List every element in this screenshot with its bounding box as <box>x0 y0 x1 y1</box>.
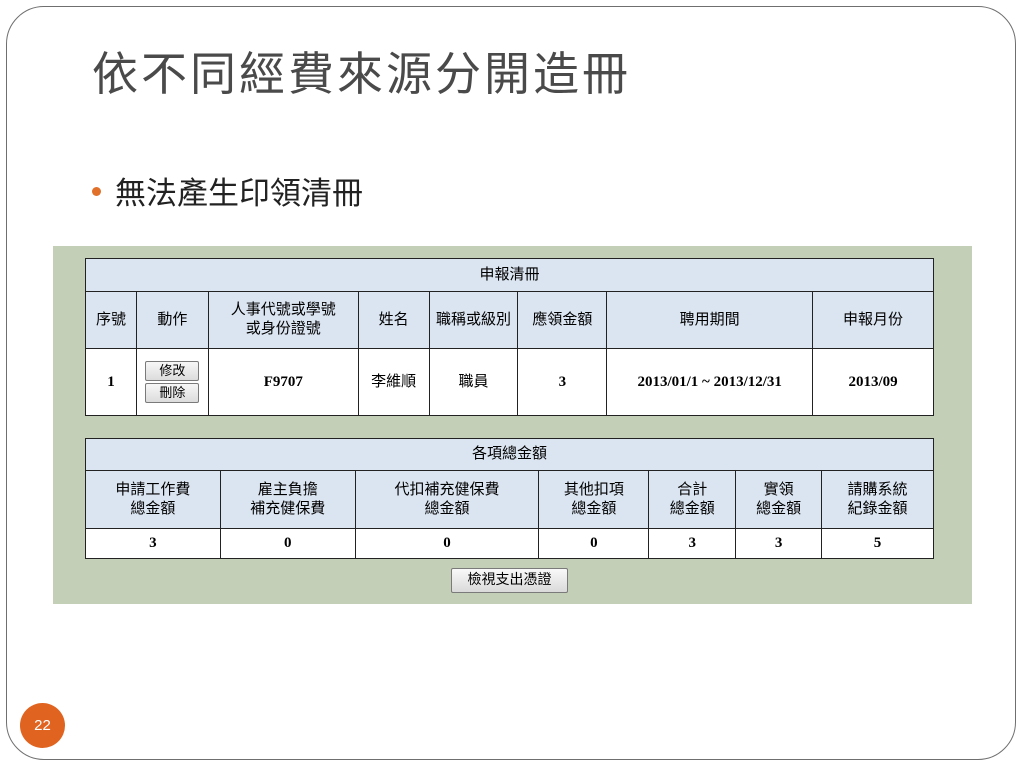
header-action: 動作 <box>135 291 209 349</box>
header-id: 人事代號或學號 或身份證號 <box>207 291 359 349</box>
totals-caption: 各項總金額 <box>85 438 934 471</box>
cell-id: F9707 <box>207 348 359 416</box>
value-net: 3 <box>735 528 823 559</box>
view-voucher-button[interactable]: 檢視支出憑證 <box>451 568 568 593</box>
slide-title: 依不同經費來源分開造冊 <box>92 47 631 101</box>
totals-values-row: 3 0 0 0 3 3 5 <box>85 528 934 559</box>
header-purchase-record: 請購系統 紀錄金額 <box>821 470 934 529</box>
totals-header-row: 申請工作費 總金額 雇主負擔 補充健保費 代扣補充健保費 總金額 其他扣項 總金額 合計… <box>85 470 934 529</box>
table-row: 1 修改 刪除 F9707 李維順 職員 3 2013/01/1 ~ 2013/… <box>85 348 934 416</box>
header-month: 申報月份 <box>812 291 934 349</box>
header-id-line1: 人事代號或學號 <box>230 302 336 318</box>
delete-button[interactable]: 刪除 <box>145 383 200 403</box>
bullet-dot-icon <box>92 187 101 196</box>
value-total: 3 <box>648 528 737 559</box>
header-title: 職稱或級別 <box>428 291 519 349</box>
report-list-table: 申報清冊 序號 動作 人事代號或學號 或身份證號 姓名 職稱或級別 應領金額 聘… <box>85 258 934 416</box>
edit-button[interactable]: 修改 <box>145 361 200 381</box>
header-work-fee: 申請工作費 總金額 <box>85 470 221 529</box>
bullet-text: 無法產生印領清冊 <box>115 176 363 212</box>
table-header-row: 序號 動作 人事代號或學號 或身份證號 姓名 職稱或級別 應領金額 聘用期間 申… <box>85 291 934 349</box>
header-seq: 序號 <box>85 291 137 349</box>
value-other-deductions: 0 <box>538 528 650 559</box>
value-employer-premium: 0 <box>219 528 356 559</box>
header-withheld-premium: 代扣補充健保費 總金額 <box>354 470 540 529</box>
header-other-deductions: 其他扣項 總金額 <box>538 470 650 529</box>
report-list-caption: 申報清冊 <box>85 258 934 292</box>
cell-actions: 修改 刪除 <box>135 348 209 416</box>
cell-month: 2013/09 <box>812 348 934 416</box>
header-employer-premium: 雇主負擔 補充健保費 <box>219 470 356 529</box>
bullet-item: 無法產生印領清冊 <box>92 168 363 213</box>
header-amount: 應領金額 <box>517 291 608 349</box>
cell-title: 職員 <box>428 348 519 416</box>
cell-seq: 1 <box>85 348 137 416</box>
page-number-badge: 22 <box>20 703 65 748</box>
header-net: 實領 總金額 <box>735 470 823 529</box>
value-work-fee: 3 <box>85 528 221 559</box>
header-id-line2: 或身份證號 <box>245 321 321 337</box>
cell-name: 李維順 <box>357 348 430 416</box>
header-name: 姓名 <box>357 291 430 349</box>
value-purchase-record: 5 <box>821 528 934 559</box>
header-total: 合計 總金額 <box>648 470 737 529</box>
cell-period: 2013/01/1 ~ 2013/12/31 <box>606 348 814 416</box>
totals-table: 各項總金額 申請工作費 總金額 雇主負擔 補充健保費 代扣補充健保費 總金額 其他扣項… <box>85 438 934 559</box>
cell-amount: 3 <box>517 348 608 416</box>
header-period: 聘用期間 <box>606 291 814 349</box>
value-withheld-premium: 0 <box>354 528 540 559</box>
